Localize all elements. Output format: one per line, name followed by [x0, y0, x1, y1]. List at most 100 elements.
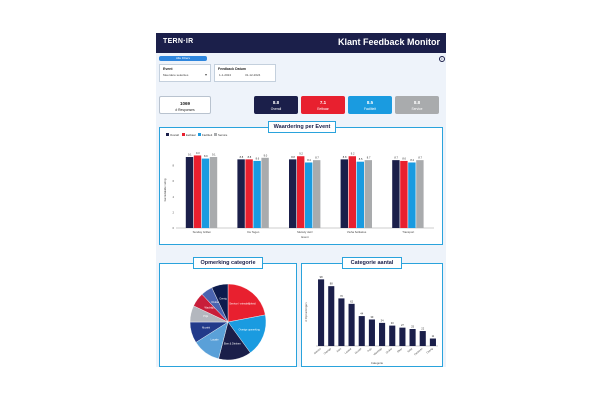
bar [379, 322, 386, 346]
data-label: 98 [320, 275, 323, 279]
data-label: 9.3 [196, 151, 200, 155]
bar [261, 157, 269, 228]
opmerking-title: Opmerking categorie [193, 257, 263, 269]
kpi-eetbaar: 7.1 Eetbaar [301, 96, 345, 114]
legend-swatch [214, 133, 217, 136]
data-label: 8.4 [307, 158, 311, 162]
event-filter-label: Event [163, 67, 173, 71]
data-label: 8.9 [204, 154, 208, 158]
x-tick-label: Toilet [407, 347, 414, 353]
legend-swatch [182, 133, 185, 136]
data-label: 9.1 [212, 153, 216, 157]
bar [392, 160, 400, 228]
slice-label: Service / vriendelijkheid [229, 302, 256, 305]
date-to[interactable]: 31-12-2024 [245, 73, 260, 77]
data-label: 11 [432, 334, 435, 338]
data-label: 8.4 [410, 158, 414, 162]
bar [328, 286, 335, 346]
x-tick-label: Service [313, 347, 322, 355]
y-tick-label: 0 [172, 226, 174, 230]
legend-label: Overall [170, 133, 179, 137]
kpi-responses-label: # Responses [175, 108, 195, 112]
slice-label: Overige opmerking [239, 328, 261, 331]
bar [348, 156, 356, 228]
bar [245, 159, 253, 228]
bar [193, 155, 202, 228]
bar [209, 157, 218, 228]
kpi-eetbaar-label: Eetbaar [317, 107, 329, 111]
x-tick-label: Drukte [385, 347, 393, 354]
date-filter-label: Feedback Datum [218, 67, 247, 71]
x-tick-label: Overige [323, 347, 332, 355]
opmerking-chart: Service / vriendelijkheid Overige opmerki… [189, 283, 267, 361]
bar [289, 159, 297, 228]
kpi-eetbaar-value: 7.1 [319, 100, 327, 105]
kpi-service: 8.8 Service [395, 96, 439, 114]
x-tick-label: Vieha Solitaires [347, 230, 367, 234]
dashboard: TERN·IR Klant Feedback Monitor i Alle Fi… [156, 33, 446, 367]
kpi-faciliteit: 8.5 Faciliteit [348, 96, 392, 114]
y-tick-label: 4 [172, 195, 174, 199]
data-label: 8.7 [315, 156, 319, 160]
company-logo: TERN·IR [163, 38, 194, 45]
x-tick-label: Sunday Grillen [193, 230, 212, 234]
event-filter[interactable]: Event Meerdere selecties ▾ [159, 64, 211, 82]
header-bar: TERN·IR Klant Feedback Monitor [156, 33, 446, 53]
bar [368, 319, 375, 346]
y-axis-label: Gemiddelde rating [163, 178, 167, 201]
waardering-panel: Overall Eetbaar Faciliteit Service 0 2 4 6 8 Gemi… [159, 127, 443, 245]
legend-swatch [166, 133, 169, 136]
data-label: 9.1 [188, 153, 192, 157]
x-axis-label: Categorie [371, 361, 384, 365]
bar [201, 158, 210, 228]
bar [185, 157, 194, 228]
slice-label: Overig [219, 298, 227, 301]
opmerking-panel: Service / vriendelijkheid Overige opmerki… [159, 263, 297, 367]
bar [338, 298, 345, 346]
x-tick-label: Prijs [367, 347, 373, 353]
legend-swatch [198, 133, 201, 136]
data-label: 8.8 [343, 155, 347, 159]
data-label: 8.7 [394, 156, 398, 160]
data-label: 39 [370, 315, 373, 319]
x-tick-label: Locatie [344, 347, 353, 355]
data-label: 22 [421, 327, 424, 331]
data-label: 88 [330, 282, 333, 286]
kpi-overall-label: Overall [270, 107, 282, 111]
date-from[interactable]: 1-1-2024 [219, 73, 231, 77]
slice-label: Muziek [202, 326, 211, 329]
bar [419, 331, 426, 346]
info-icon[interactable]: i [439, 56, 445, 62]
slice-label: Prijs [203, 315, 209, 318]
bar [305, 162, 313, 228]
bar [400, 160, 408, 228]
bar [318, 279, 325, 346]
data-label: 9.2 [299, 152, 303, 156]
data-label: 62 [350, 299, 353, 303]
data-label: 9.2 [351, 152, 355, 156]
kpi-faciliteit-value: 8.5 [366, 100, 374, 105]
kpi-service-label: Service [411, 107, 423, 111]
data-label: 8.5 [359, 157, 363, 161]
bar [340, 159, 348, 228]
data-label: 44 [360, 312, 363, 316]
legend-label: Faciliteit [202, 133, 212, 137]
all-filters-button[interactable]: Alle Filters [159, 56, 207, 61]
bar [348, 303, 355, 346]
chevron-down-icon: ▾ [204, 72, 207, 77]
bar [429, 338, 436, 346]
data-label: 8.8 [248, 155, 252, 159]
slice-label: Eten & Drinken [224, 342, 241, 345]
slice-label: Wachttijd [204, 307, 215, 310]
y-axis-label: # Opmerkingen [304, 302, 308, 322]
event-filter-value: Meerdere selecties [163, 73, 189, 77]
legend-label: Service [218, 133, 228, 137]
y-tick-label: 2 [172, 210, 174, 214]
bar [416, 160, 424, 228]
bar [237, 159, 245, 228]
data-label: 8.8 [240, 155, 244, 159]
x-axis-label: Event [301, 235, 308, 239]
x-tick-label: Eten [336, 347, 342, 353]
data-label: 27 [401, 323, 404, 327]
date-filter[interactable]: Feedback Datum 1-1-2024 31-12-2024 [214, 64, 276, 82]
